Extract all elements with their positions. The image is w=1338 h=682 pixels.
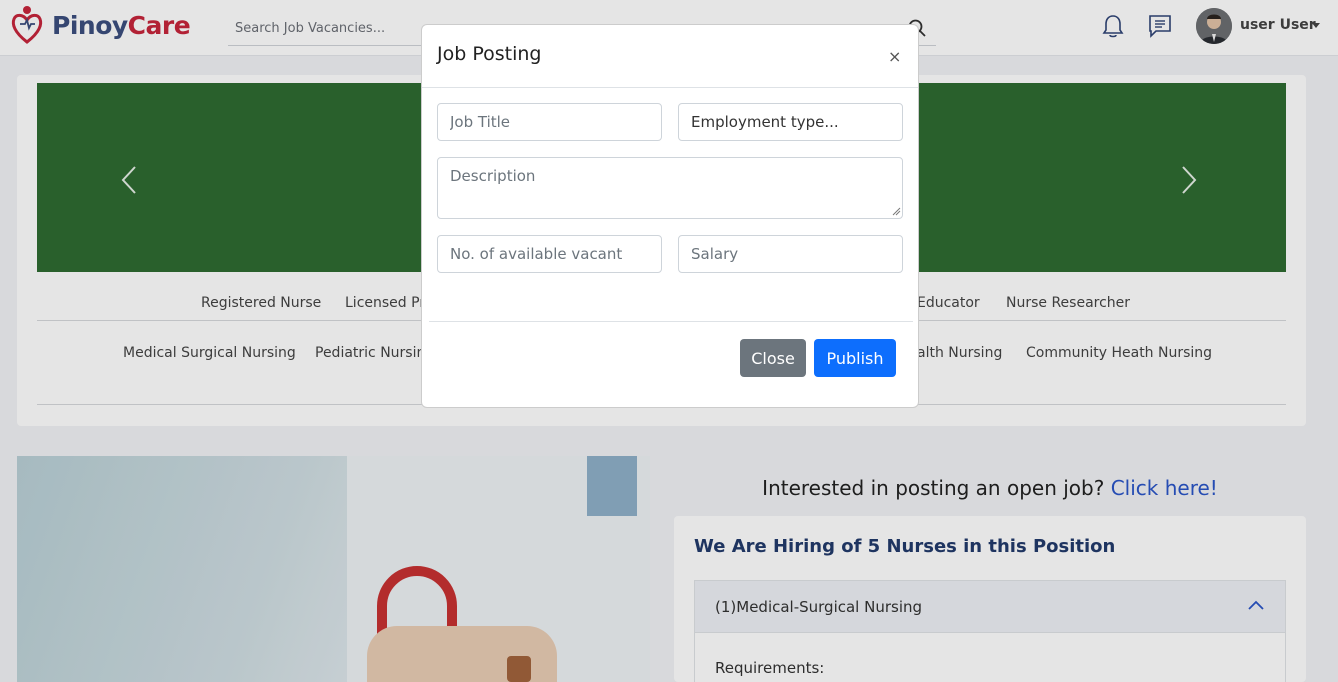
modal-header: Job Posting × — [422, 25, 918, 88]
publish-button[interactable]: Publish — [814, 339, 896, 377]
modal-title: Job Posting — [437, 43, 542, 65]
job-posting-modal: Job Posting × Employment type... Close P… — [421, 24, 919, 408]
salary-input[interactable] — [678, 235, 903, 273]
close-icon[interactable]: × — [888, 47, 901, 66]
job-title-input[interactable] — [437, 103, 662, 141]
resize-handle-icon[interactable] — [892, 207, 901, 216]
modal-footer-divider — [429, 321, 913, 322]
employment-type-select[interactable]: Employment type... — [678, 103, 903, 141]
close-button[interactable]: Close — [740, 339, 806, 377]
vacancy-count-input[interactable] — [437, 235, 662, 273]
description-textarea[interactable] — [437, 157, 903, 219]
